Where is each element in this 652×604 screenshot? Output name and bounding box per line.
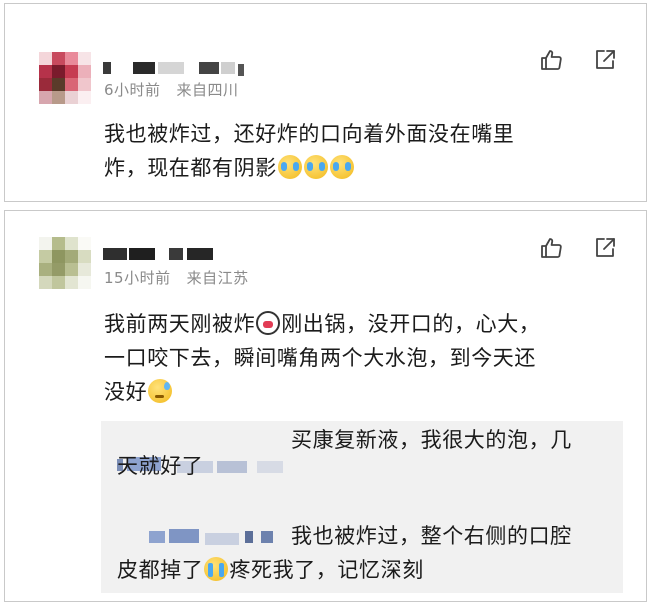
comment-text: 我也被炸过，还好炸的口向着外面没在嘴里 炸，现在都有阴影 — [104, 117, 514, 185]
share-button[interactable] — [593, 236, 617, 260]
reply-text-segment: 买康复新液，我很大的泡，几 — [291, 428, 572, 452]
comment-text-line: 炸，现在都有阴影 — [104, 151, 514, 185]
comment-text-segment: 刚出锅，没开口的，心大， — [281, 312, 541, 336]
crying-laughing-emoji — [329, 155, 354, 179]
reply-text: 买康复新液，我很大的泡，几 天就好了 — [117, 423, 623, 483]
sweat-emoji — [148, 379, 173, 403]
crying-laughing-emoji — [277, 155, 302, 179]
reply-text-segment: 天就好了 — [117, 454, 204, 478]
comment-text-segment: 我前两天刚被炸 — [104, 312, 256, 336]
avatar[interactable] — [39, 52, 91, 104]
comment-card: 15小时前 来自江苏 我前两天刚被炸 刚出锅，没开口的，心大， 一口咬下去，瞬间嘴角… — [4, 210, 647, 602]
comment-text-segment: 没好 — [104, 380, 148, 404]
comment-meta: 15小时前 来自江苏 — [104, 267, 249, 288]
comment-text-line: 我也被炸过，还好炸的口向着外面没在嘴里 — [104, 122, 515, 146]
comment-text-line: 我前两天刚被炸 刚出锅，没开口的，心大， — [104, 307, 540, 341]
comment-time: 15小时前 — [104, 269, 171, 287]
comment-text: 我前两天刚被炸 刚出锅，没开口的，心大， 一口咬下去，瞬间嘴角两个大水泡，到今天还… — [104, 307, 540, 409]
comment-text-segment: 炸，现在都有阴影 — [104, 156, 277, 180]
reply-text-line: 我也被炸过，整个右侧的口腔 — [117, 519, 623, 553]
comment-text-line: 没好 — [104, 375, 540, 409]
comment-location: 来自四川 — [176, 81, 239, 99]
avatar[interactable] — [39, 237, 91, 289]
reply-text-line: 皮都掉了 疼死我了，记忆深刻 — [117, 553, 623, 587]
share-icon — [596, 50, 615, 69]
comment-meta: 6小时前 来自四川 — [104, 79, 239, 100]
reply-text-segment: 我也被炸过，整个右侧的口腔 — [291, 524, 572, 548]
share-button[interactable] — [593, 48, 617, 72]
reply-list[interactable]: 买康复新液，我很大的泡，几 天就好了 我也被炸过，整个右侧的口腔 皮都掉了 疼死我… — [101, 421, 623, 593]
like-icon — [541, 238, 562, 258]
like-button[interactable] — [539, 48, 563, 72]
comment-card: 6小时前 来自四川 我也被炸过，还好炸的口向着外面没在嘴里 炸，现在都有阴影 — [4, 3, 647, 202]
username-redacted[interactable] — [103, 60, 253, 76]
comment-time: 6小时前 — [104, 81, 161, 99]
like-icon — [541, 50, 562, 70]
crying-laughing-emoji — [303, 155, 328, 179]
username-redacted[interactable] — [103, 246, 223, 260]
share-icon — [596, 238, 615, 257]
reply-text-segment: 疼死我了，记忆深刻 — [229, 558, 424, 582]
sobbing-emoji — [204, 557, 229, 581]
reply-text-segment: 皮都掉了 — [117, 558, 204, 582]
comment-text-line: 一口咬下去，瞬间嘴角两个大水泡，到今天还 — [104, 346, 536, 370]
comment-location: 来自江苏 — [186, 269, 249, 287]
like-button[interactable] — [539, 236, 563, 260]
shocked-emoji — [256, 311, 281, 335]
reply-text: 我也被炸过，整个右侧的口腔 皮都掉了 疼死我了，记忆深刻 — [117, 519, 623, 587]
